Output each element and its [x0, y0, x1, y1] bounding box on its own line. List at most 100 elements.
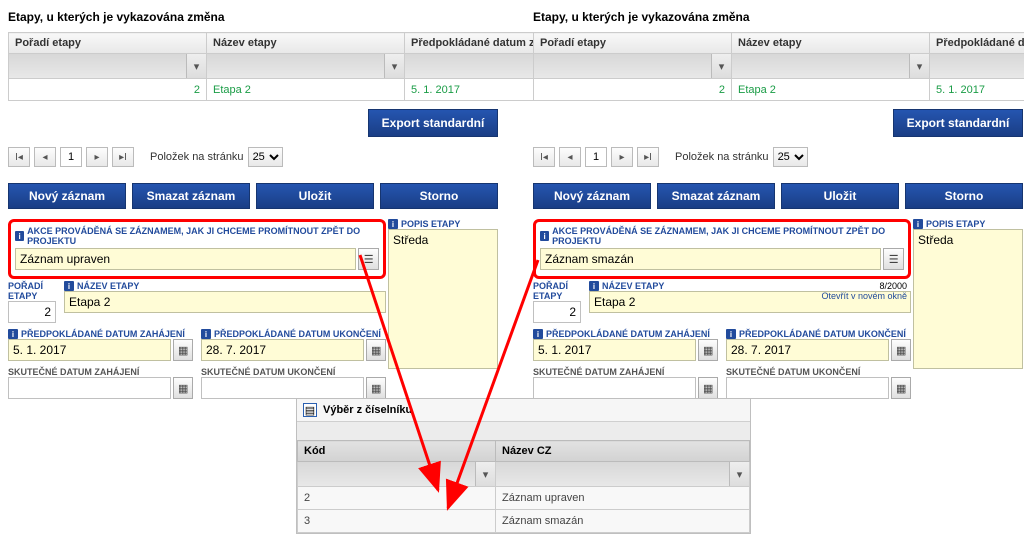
page-first-icon[interactable]: I◂	[533, 147, 555, 167]
cell-order: 2	[9, 79, 207, 101]
funnel-icon[interactable]: ▾	[384, 54, 404, 78]
save-button[interactable]: Uložit	[256, 183, 374, 209]
cell-name: Etapa 2	[207, 79, 405, 101]
popup-col-code[interactable]: Kód	[298, 441, 496, 462]
d4-input[interactable]	[726, 377, 889, 399]
info-icon: i	[201, 329, 211, 339]
cell-order: 2	[534, 79, 732, 101]
popis-label: iPOPIS ETAPY	[913, 219, 1023, 229]
section-title: Etapy, u kterých je vykazována změna	[8, 10, 498, 24]
new-record-button[interactable]: Nový záznam	[8, 183, 126, 209]
calendar-icon[interactable]: ▦	[698, 339, 718, 361]
popup-row[interactable]: 3 Záznam smazán	[298, 510, 750, 533]
perpage-select[interactable]: 25	[248, 147, 283, 167]
info-icon: i	[913, 219, 923, 229]
open-new-window-link[interactable]: Otevřít v novém okně	[821, 291, 907, 301]
akce-input[interactable]	[15, 248, 356, 270]
page-prev-icon[interactable]: ◂	[559, 147, 581, 167]
cell-date: 5. 1. 2017	[930, 79, 1024, 101]
calendar-icon[interactable]: ▦	[173, 377, 193, 399]
export-button[interactable]: Export standardní	[368, 109, 498, 137]
perpage-label: Položek na stránku	[675, 151, 769, 163]
funnel-icon[interactable]: ▾	[475, 462, 495, 486]
export-button[interactable]: Export standardní	[893, 109, 1023, 137]
table-row[interactable]: 2 Etapa 2 5. 1. 2017	[534, 79, 1024, 101]
popis-textarea[interactable]: Středa	[388, 229, 498, 369]
filter-order[interactable]	[534, 54, 711, 78]
info-icon: i	[388, 219, 398, 229]
info-icon: i	[589, 281, 599, 291]
page-input[interactable]	[585, 147, 607, 167]
page-input[interactable]	[60, 147, 82, 167]
d2-input[interactable]	[726, 339, 889, 361]
popup-filter-name[interactable]	[496, 462, 729, 486]
page-next-icon[interactable]: ▸	[611, 147, 633, 167]
info-icon: i	[64, 281, 74, 291]
cancel-button[interactable]: Storno	[380, 183, 498, 209]
poradi-label: POŘADÍ ETAPY	[533, 281, 581, 301]
delete-record-button[interactable]: Smazat záznam	[132, 183, 250, 209]
filter-name[interactable]	[732, 54, 909, 78]
d3-input[interactable]	[8, 377, 171, 399]
akce-label: iAKCE PROVÁDĚNÁ SE ZÁZNAMEM, JAK JI CHCE…	[15, 226, 379, 246]
page-prev-icon[interactable]: ◂	[34, 147, 56, 167]
filter-order[interactable]	[9, 54, 186, 78]
funnel-icon[interactable]: ▾	[711, 54, 731, 78]
funnel-icon[interactable]: ▾	[729, 462, 749, 486]
page-last-icon[interactable]: ▸I	[637, 147, 659, 167]
funnel-icon[interactable]: ▾	[909, 54, 929, 78]
akce-label: iAKCE PROVÁDĚNÁ SE ZÁZNAMEM, JAK JI CHCE…	[540, 226, 904, 246]
filter-date[interactable]	[930, 54, 1024, 78]
akce-input[interactable]	[540, 248, 881, 270]
funnel-icon[interactable]: ▾	[186, 54, 206, 78]
d1-input[interactable]	[8, 339, 171, 361]
d1-input[interactable]	[533, 339, 696, 361]
calendar-icon[interactable]: ▦	[891, 377, 911, 399]
poradi-input[interactable]	[533, 301, 581, 323]
filter-name[interactable]	[207, 54, 384, 78]
col-name[interactable]: Název etapy	[732, 33, 930, 54]
new-record-button[interactable]: Nový záznam	[533, 183, 651, 209]
info-icon: i	[726, 329, 736, 339]
lookup-icon[interactable]: ☰	[883, 248, 904, 270]
popup-filter-code[interactable]	[298, 462, 475, 486]
perpage-select[interactable]: 25	[773, 147, 808, 167]
d3-input[interactable]	[533, 377, 696, 399]
d2-input[interactable]	[201, 339, 364, 361]
d4-input[interactable]	[201, 377, 364, 399]
col-date[interactable]: Předpokládané datum zahájení	[930, 33, 1024, 54]
col-name[interactable]: Název etapy	[207, 33, 405, 54]
col-order[interactable]: Pořadí etapy	[534, 33, 732, 54]
cancel-button[interactable]: Storno	[905, 183, 1023, 209]
popup-cell-name: Záznam upraven	[496, 487, 750, 510]
popis-textarea[interactable]: Středa	[913, 229, 1023, 369]
window-icon: ▤	[303, 403, 317, 417]
calendar-icon[interactable]: ▦	[173, 339, 193, 361]
section-title: Etapy, u kterých je vykazována změna	[533, 10, 1023, 24]
col-order[interactable]: Pořadí etapy	[9, 33, 207, 54]
d2-label: iPŘEDPOKLÁDANÉ DATUM UKONČENÍ	[201, 329, 386, 339]
calendar-icon[interactable]: ▦	[366, 377, 386, 399]
akce-highlight: iAKCE PROVÁDĚNÁ SE ZÁZNAMEM, JAK JI CHCE…	[533, 219, 911, 279]
table-row[interactable]: 2 Etapa 2 5. 1. 2017	[9, 79, 603, 101]
nazev-input[interactable]	[64, 291, 386, 313]
calendar-icon[interactable]: ▦	[366, 339, 386, 361]
page-next-icon[interactable]: ▸	[86, 147, 108, 167]
page-first-icon[interactable]: I◂	[8, 147, 30, 167]
delete-record-button[interactable]: Smazat záznam	[657, 183, 775, 209]
pager: I◂ ◂ ▸ ▸I Položek na stránku 25	[533, 147, 1023, 167]
lookup-icon[interactable]: ☰	[358, 248, 379, 270]
d2-label: iPŘEDPOKLÁDANÉ DATUM UKONČENÍ	[726, 329, 911, 339]
popup-col-name[interactable]: Název CZ	[496, 441, 750, 462]
page-last-icon[interactable]: ▸I	[112, 147, 134, 167]
info-icon: i	[8, 329, 18, 339]
calendar-icon[interactable]: ▦	[891, 339, 911, 361]
popup-row[interactable]: 2 Záznam upraven	[298, 487, 750, 510]
popup-title: Výběr z číselníku	[323, 404, 412, 416]
calendar-icon[interactable]: ▦	[698, 377, 718, 399]
info-icon: i	[540, 231, 549, 241]
etapy-table: Pořadí etapy Název etapy Předpokládané d…	[533, 32, 1024, 101]
nazev-label: iNÁZEV ETAPY	[589, 281, 911, 291]
save-button[interactable]: Uložit	[781, 183, 899, 209]
poradi-input[interactable]	[8, 301, 56, 323]
